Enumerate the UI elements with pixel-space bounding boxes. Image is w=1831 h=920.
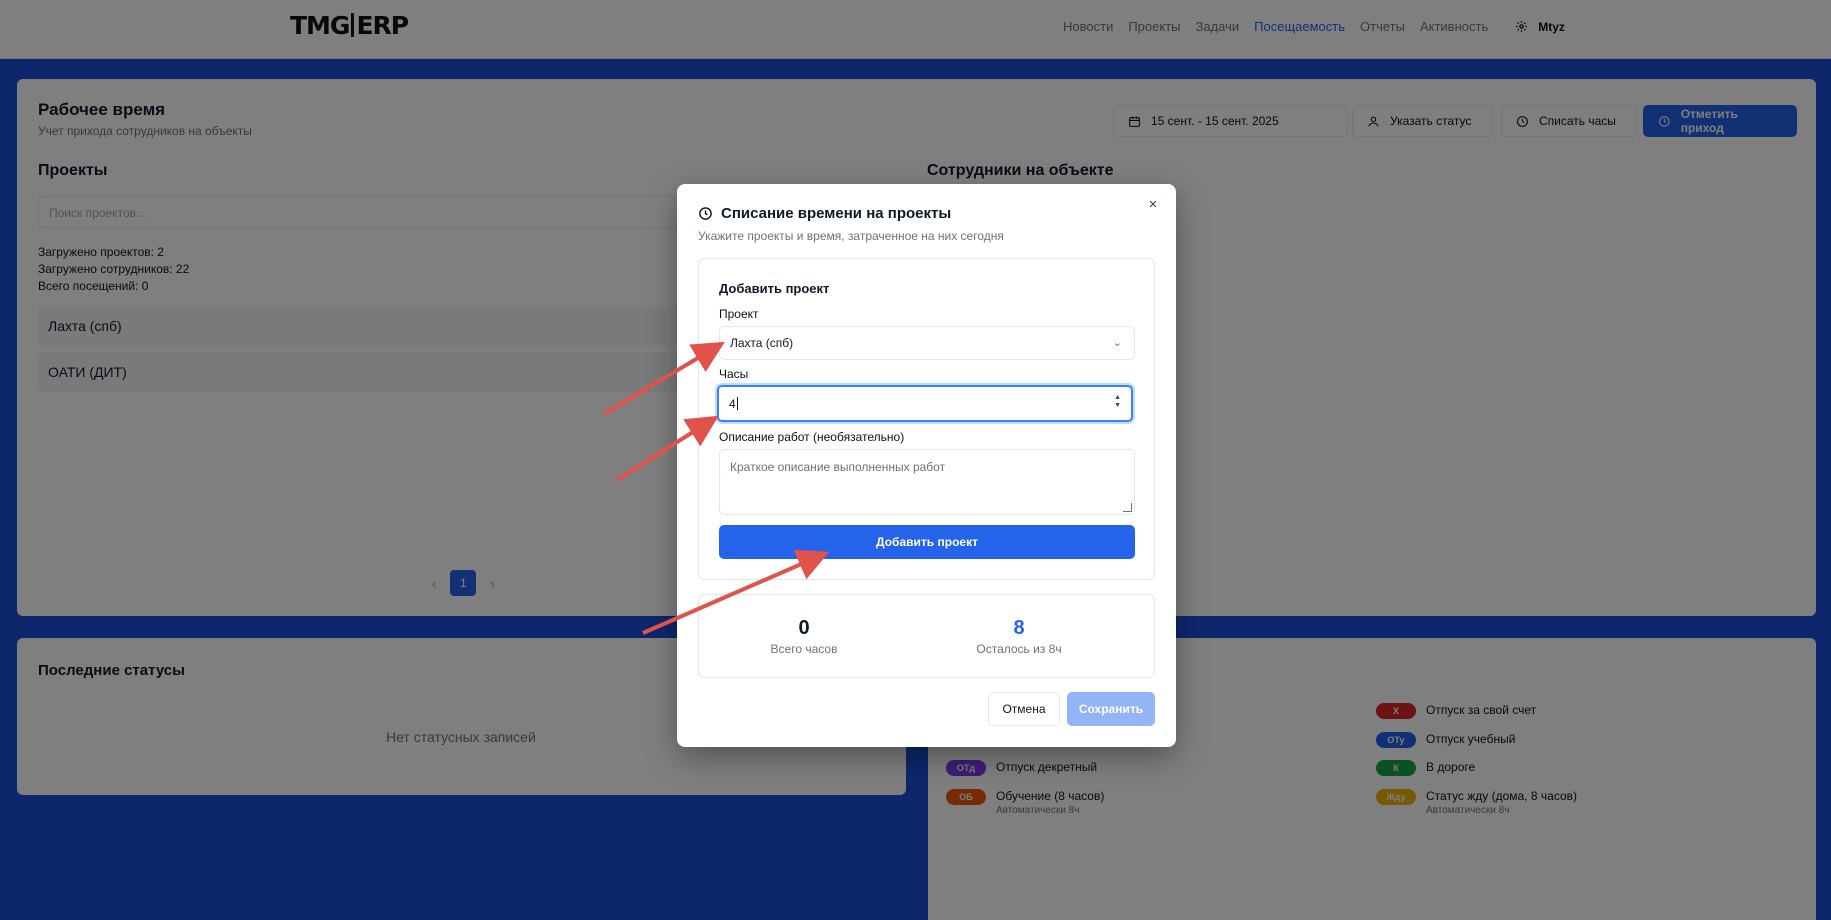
arrow-to-add-button: [642, 549, 830, 635]
arrow-to-project-select: [602, 341, 725, 416]
annotation-arrows: [602, 341, 830, 635]
arrow-to-hours-input: [615, 415, 719, 482]
